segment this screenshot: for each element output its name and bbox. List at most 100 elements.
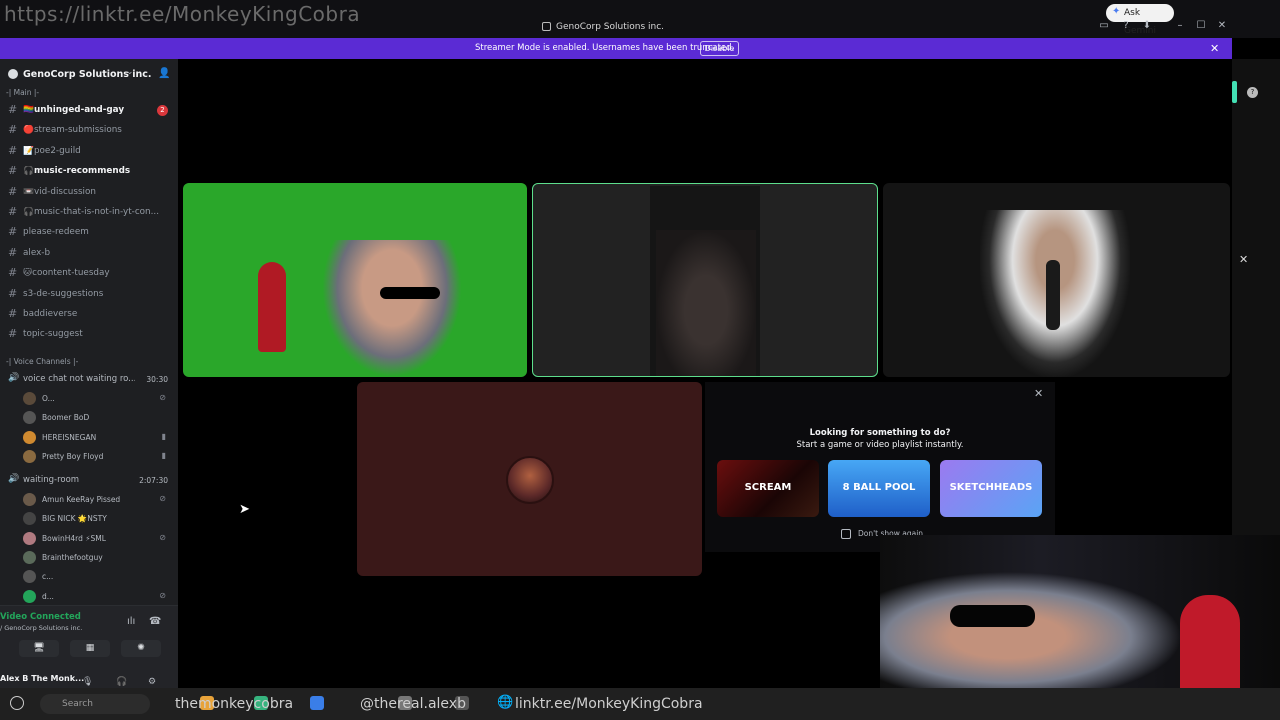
share-screen-button[interactable]: 🖥 — [19, 640, 59, 657]
banner-close-icon[interactable]: ✕ — [1210, 42, 1219, 55]
taskbar-search[interactable]: Search — [40, 694, 150, 714]
voice-user[interactable]: d... ⊘ — [22, 588, 172, 605]
avatar — [23, 411, 36, 425]
voice-user[interactable]: BowinH4rd ⚡SML ⊘ — [22, 530, 172, 547]
voice-user[interactable]: Boomer BoD — [22, 409, 172, 426]
server-icon — [8, 69, 18, 79]
voice-user-name: BIG NICK 🌟NSTY — [42, 514, 107, 524]
sunglasses — [380, 287, 440, 299]
right-help-icon[interactable]: ? — [1247, 87, 1258, 98]
voice-user[interactable]: O... ⊘ — [22, 390, 172, 407]
voice-user[interactable]: HEREISNEGAN ▮ — [22, 429, 172, 446]
video-participant-1 — [322, 240, 462, 377]
muted-mic-icon: ⊘ — [159, 532, 166, 542]
voice-user[interactable]: Amun KeeRay Pissed ⊘ — [22, 491, 172, 508]
hash-icon: # — [8, 184, 18, 198]
overlay-handle-2: @thereal.alexb — [360, 696, 466, 712]
channel-label: 🔴stream-submissions — [23, 125, 122, 136]
category-voice[interactable]: -| Voice Channels |- — [6, 357, 78, 366]
channel-label: alex-b — [23, 247, 51, 258]
dont-show-again-checkbox[interactable] — [841, 529, 851, 539]
voice-user[interactable]: c... — [22, 568, 172, 585]
channel-item[interactable]: # 🏳️‍🌈unhinged-and-gay 2 — [4, 101, 174, 119]
soundboard-button[interactable]: ✺ — [121, 640, 161, 657]
muted-mic-icon: ⊘ — [159, 494, 166, 503]
noise-suppression-icon[interactable]: ılı — [127, 616, 135, 627]
hash-icon: # — [8, 286, 18, 300]
hash-icon: # — [8, 327, 18, 341]
headphones-icon[interactable]: 🎧 — [116, 677, 127, 687]
channel-item[interactable]: # alex-b — [4, 244, 174, 262]
game-title: 8 BALL POOL — [842, 482, 916, 493]
game-title: SCREAM — [744, 482, 792, 493]
avatar — [23, 493, 36, 506]
activity-title: Looking for something to do? — [809, 428, 951, 438]
maximize-icon[interactable]: ☐ — [1195, 20, 1207, 32]
game-card-8-ball-pool[interactable]: 8 BALL POOL — [828, 460, 930, 517]
channel-label: s3-de-suggestions — [23, 288, 104, 299]
app-logo-icon — [542, 22, 551, 31]
inbox-icon[interactable]: ▭ — [1098, 20, 1110, 32]
voice-user-name: d... — [42, 591, 54, 601]
overlay-handle-1: themonkeycobra — [175, 696, 294, 712]
channel-item[interactable]: # please-redeem — [4, 223, 174, 241]
avatar — [23, 512, 36, 526]
channel-label: 📝poe2-guild — [23, 145, 81, 156]
self-username: Alex B The Monk... — [0, 674, 85, 683]
voice-channel-item[interactable]: 🔊 waiting-room 2:07:30 — [4, 471, 174, 489]
globe-icon: 🌐 — [497, 695, 514, 710]
voice-channel-item[interactable]: 🔊 voice chat not waiting ro... 30:30 — [4, 370, 174, 388]
activity-close-icon[interactable]: ✕ — [1034, 387, 1043, 400]
channel-label: 📼vid-discussion — [23, 186, 96, 197]
category-main[interactable]: -| Main |- — [6, 88, 39, 97]
url-overlay-text: https://linktr.ee/MonkeyKingCobra — [4, 2, 361, 26]
voice-user[interactable]: BIG NICK 🌟NSTY — [22, 510, 172, 527]
game-card-sketchheads[interactable]: SKETCHHEADS — [940, 460, 1042, 517]
channel-label: topic-suggest — [23, 329, 83, 340]
minimize-icon[interactable]: – — [1174, 20, 1186, 32]
video-microphone-2 — [1046, 260, 1060, 330]
activity-subtitle: Start a game or video playlist instantly… — [796, 440, 964, 450]
channel-item[interactable]: # 🐱coontent-tuesday — [4, 264, 174, 282]
mic-icon[interactable]: 🎙 — [82, 677, 93, 687]
speaker-icon: 🔊 — [8, 373, 20, 383]
disconnect-icon[interactable]: ☎ — [149, 616, 161, 627]
channel-item[interactable]: # 📼vid-discussion — [4, 183, 174, 201]
hash-icon: # — [8, 205, 18, 218]
voice-user-name: HEREISNEGAN — [42, 432, 97, 442]
voice-channel-label: voice chat not waiting ro... — [23, 374, 135, 384]
disable-streamer-mode-button[interactable]: Disable — [700, 41, 739, 56]
channel-item[interactable]: # 📝poe2-guild — [4, 142, 174, 160]
channel-label: 🎧music-recommends — [23, 166, 131, 177]
avatar — [23, 570, 36, 584]
add-user-icon[interactable]: 👤 — [158, 68, 170, 79]
close-window-icon[interactable]: ✕ — [1216, 20, 1228, 32]
channel-item[interactable]: # 🎧music-that-is-not-in-yt-con... — [4, 203, 174, 221]
video-camera-icon: ▮ — [161, 431, 166, 441]
channel-item[interactable]: # baddieverse — [4, 305, 174, 323]
channel-item[interactable]: # 🔴stream-submissions — [4, 121, 174, 139]
right-close-icon[interactable]: ✕ — [1239, 253, 1248, 266]
voice-user-name: Amun KeeRay Pissed — [42, 495, 121, 504]
avatar — [23, 589, 36, 603]
voice-user-name: Brainthefootguy — [42, 552, 103, 562]
voice-user[interactable]: Pretty Boy Floyd ▮ — [22, 448, 172, 465]
voice-user-name: Pretty Boy Floyd — [42, 451, 104, 461]
taskbar-start-icon[interactable] — [10, 696, 24, 710]
channel-item[interactable]: # 🎧music-recommends — [4, 162, 174, 180]
chevron-down-icon[interactable]: ⌄ — [126, 67, 134, 77]
help-icon[interactable]: ? — [1120, 20, 1132, 32]
channel-item[interactable]: # s3-de-suggestions — [4, 285, 174, 303]
game-card-scream[interactable]: SCREAM — [717, 460, 819, 517]
hash-icon: # — [8, 123, 18, 137]
muted-mic-icon: ⊘ — [159, 393, 166, 402]
taskbar-app-icon[interactable] — [310, 696, 324, 710]
banner-text: Streamer Mode is enabled. Usernames have… — [475, 43, 735, 53]
voice-user[interactable]: Brainthefootguy — [22, 549, 172, 566]
voice-user-name: O... — [42, 394, 55, 403]
activities-button[interactable]: ▦ — [70, 640, 110, 657]
settings-gear-icon[interactable]: ⚙ — [148, 677, 156, 687]
download-icon[interactable]: ⬇ — [1141, 20, 1153, 32]
window-title: GenoCorp Solutions inc. — [556, 22, 665, 32]
channel-item[interactable]: # topic-suggest — [4, 325, 174, 343]
